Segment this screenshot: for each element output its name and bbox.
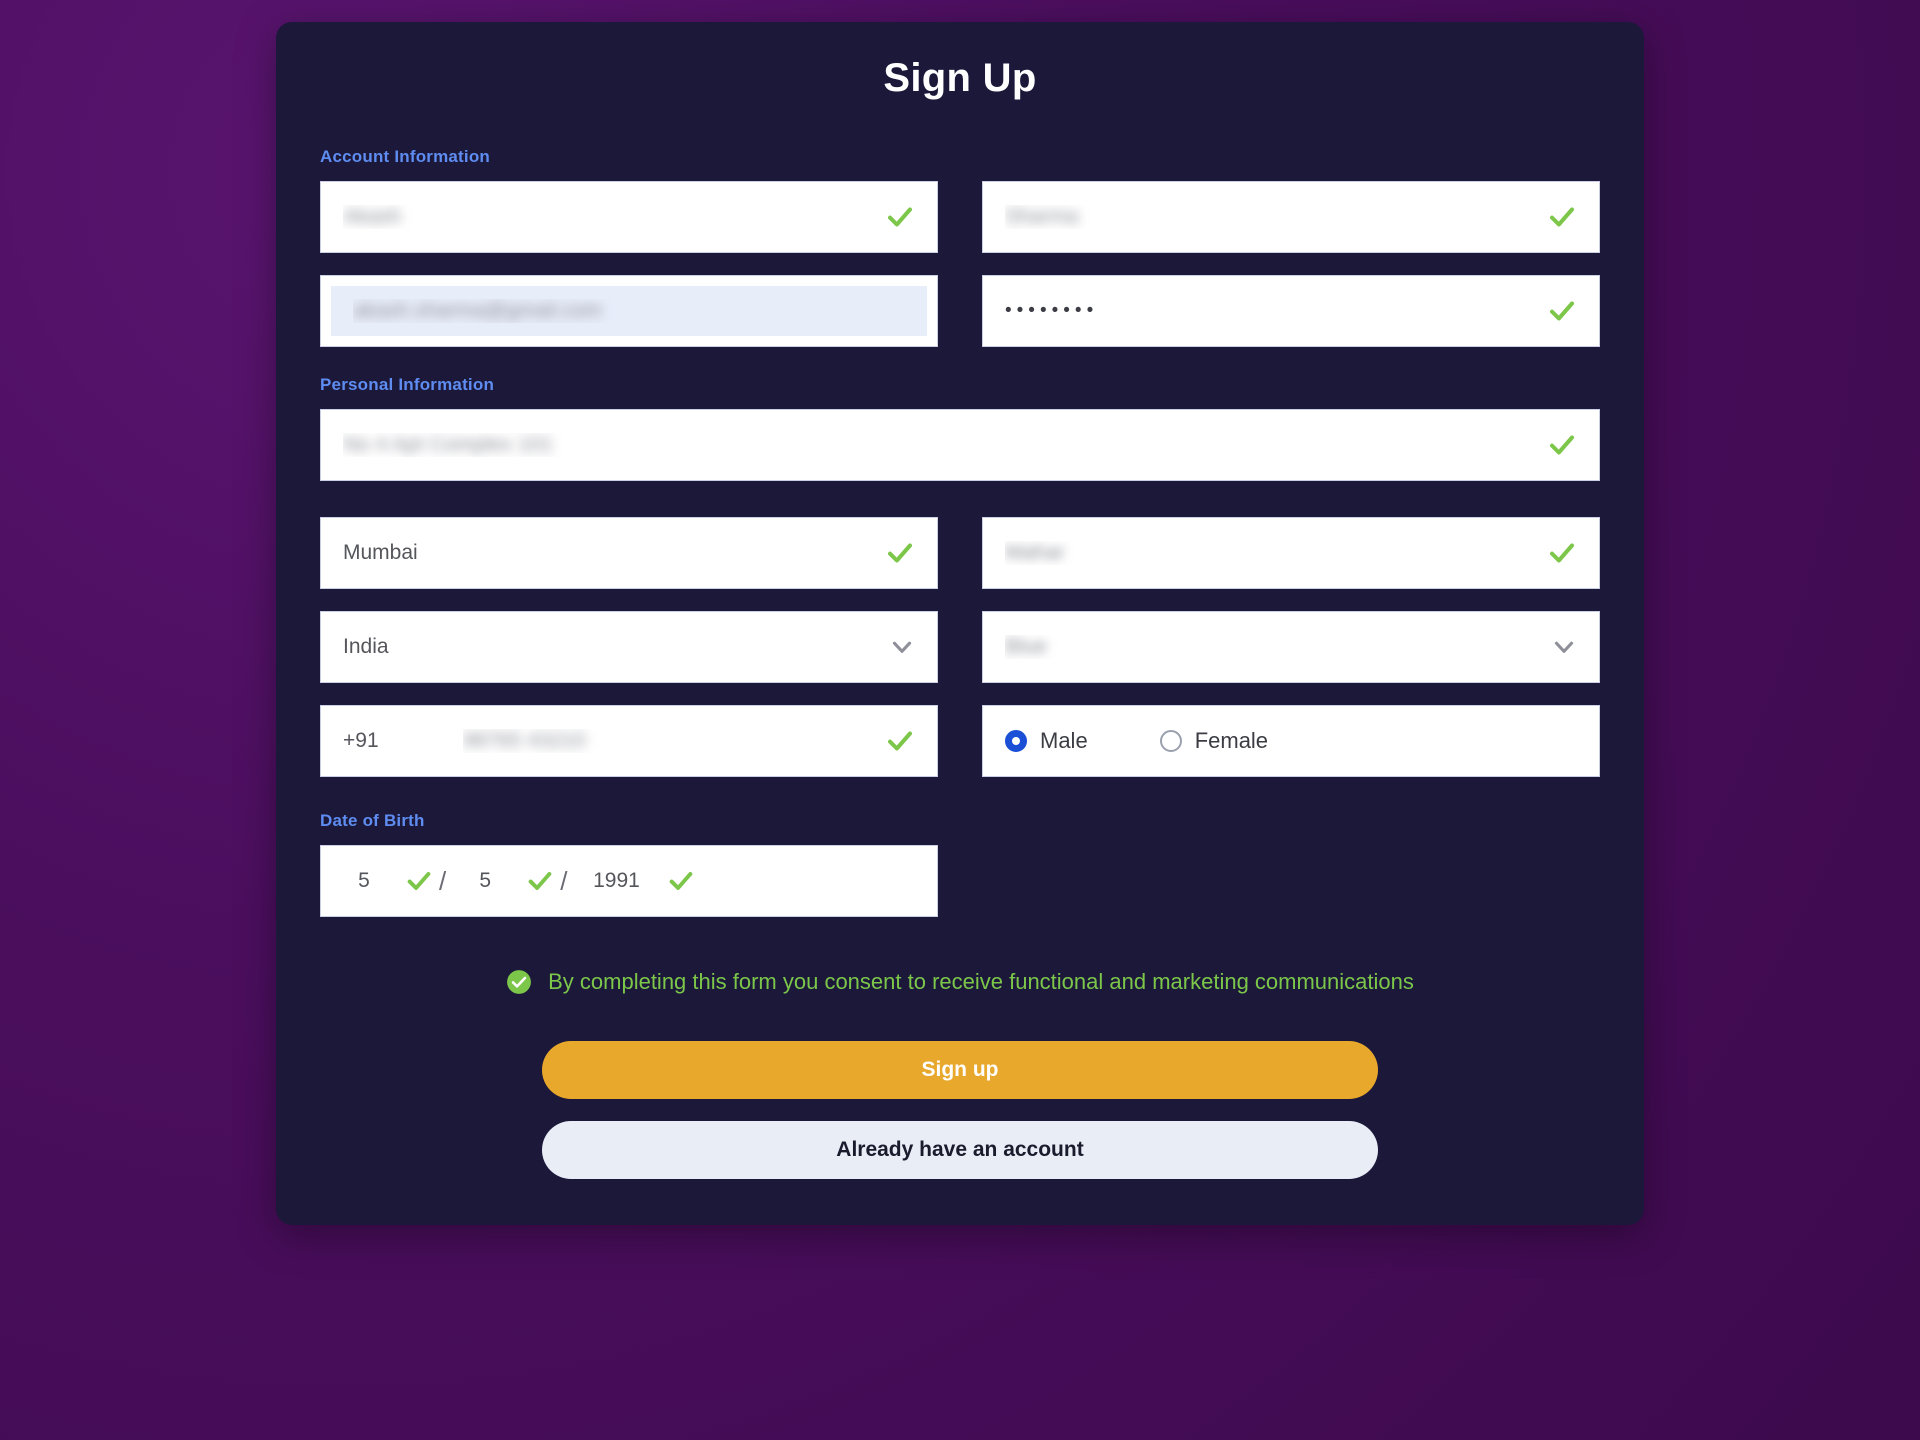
city-state-row: Mumbai Mahar <box>320 517 1600 589</box>
email-field[interactable]: akash.sharma@gmail.com <box>320 275 938 347</box>
dob-month-value: 5 <box>479 869 492 892</box>
valid-check-icon <box>526 867 554 895</box>
valid-check-icon <box>1547 538 1577 568</box>
state-field[interactable]: Mahar <box>982 517 1600 589</box>
address-row: No 4 Apt Complex 101 <box>320 409 1600 481</box>
valid-check-icon <box>885 202 915 232</box>
password-value: •••••••• <box>1005 300 1099 321</box>
first-name-value: Akash <box>343 205 402 228</box>
chevron-down-icon <box>889 634 915 660</box>
valid-check-icon <box>885 538 915 568</box>
email-value: akash.sharma@gmail.com <box>353 299 602 322</box>
action-buttons: Sign up Already have an account <box>320 1041 1600 1179</box>
dob-day-value: 5 <box>358 869 370 892</box>
phone-value: 98765 43210 <box>463 729 586 752</box>
consent-text: By completing this form you consent to r… <box>548 969 1414 994</box>
country-dropdown[interactable]: India <box>320 611 938 683</box>
phone-gender-row: +91 98765 43210 Male Female <box>320 705 1600 777</box>
gender-female-label: Female <box>1194 728 1269 753</box>
consent-check-circle-icon[interactable] <box>506 969 532 995</box>
dob-year-group[interactable]: 1991 <box>585 867 695 895</box>
phone-field[interactable]: +91 98765 43210 <box>320 705 938 777</box>
radio-female-icon[interactable] <box>1159 730 1182 752</box>
valid-check-icon <box>1547 202 1577 232</box>
address-value: No 4 Apt Complex 101 <box>343 433 554 456</box>
email-password-row: akash.sharma@gmail.com •••••••• <box>320 275 1600 347</box>
valid-check-icon <box>885 726 915 756</box>
signup-button[interactable]: Sign up <box>542 1041 1378 1099</box>
valid-check-icon <box>1547 296 1577 326</box>
chevron-down-icon <box>1551 634 1577 660</box>
gender-option-male[interactable]: Male <box>1005 728 1088 754</box>
gender-field: Male Female <box>982 705 1600 777</box>
dob-field[interactable]: 5 / 5 / 1991 <box>320 845 938 917</box>
gender-option-female[interactable]: Female <box>1159 728 1269 754</box>
dob-year-value: 1991 <box>593 869 640 892</box>
dob-separator: / <box>439 865 447 896</box>
extra-select-value: Blue <box>1005 635 1048 658</box>
dob-row: 5 / 5 / 1991 <box>320 845 1600 917</box>
last-name-field[interactable]: Sharma <box>982 181 1600 253</box>
email-autofill-highlight: akash.sharma@gmail.com <box>331 286 927 336</box>
last-name-value: Sharma <box>1005 205 1079 228</box>
section-label-account: Account Information <box>320 147 491 166</box>
country-select-row: India Blue <box>320 611 1600 683</box>
state-value: Mahar <box>1005 541 1065 564</box>
section-label-dob: Date of Birth <box>320 811 425 830</box>
consent-row: By completing this form you consent to r… <box>320 969 1600 995</box>
first-name-field[interactable]: Akash <box>320 181 938 253</box>
already-have-account-button[interactable]: Already have an account <box>542 1121 1378 1179</box>
city-field[interactable]: Mumbai <box>320 517 938 589</box>
page-title: Sign Up <box>883 56 1037 100</box>
gender-male-label: Male <box>1040 728 1088 753</box>
section-label-personal: Personal Information <box>320 375 495 394</box>
name-row: Akash Sharma <box>320 181 1600 253</box>
country-value: India <box>343 635 389 658</box>
dob-separator: / <box>560 865 568 896</box>
dob-day-group[interactable]: 5 <box>343 867 433 895</box>
address-field[interactable]: No 4 Apt Complex 101 <box>320 409 1600 481</box>
dob-month-group[interactable]: 5 <box>464 867 554 895</box>
password-field[interactable]: •••••••• <box>982 275 1600 347</box>
radio-male-icon[interactable] <box>1005 730 1027 752</box>
phone-country-prefix: +91 <box>343 729 379 752</box>
valid-check-icon <box>667 867 695 895</box>
extra-dropdown[interactable]: Blue <box>982 611 1600 683</box>
valid-check-icon <box>405 867 433 895</box>
signup-card: Sign Up Account Information Akash Sharma <box>276 22 1644 1225</box>
valid-check-icon <box>1547 430 1577 460</box>
city-value: Mumbai <box>343 541 418 564</box>
